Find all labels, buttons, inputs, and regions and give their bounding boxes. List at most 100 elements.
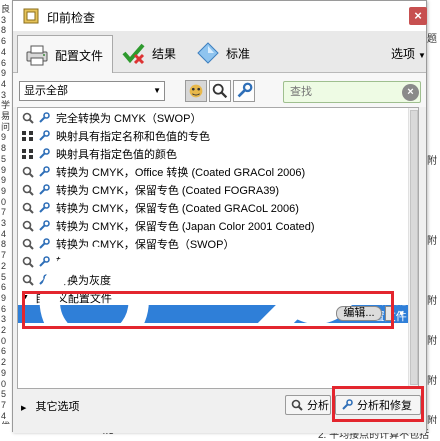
background-char: 良 xyxy=(1,4,11,14)
background-char: 8 xyxy=(1,25,7,36)
background-char: 3 xyxy=(1,218,7,228)
background-char: 附 xyxy=(427,376,437,387)
printer-icon xyxy=(26,45,48,66)
background-char: 4 xyxy=(1,78,7,89)
background-char: 7 xyxy=(1,399,7,410)
filter-select-value: 显示全部 xyxy=(24,85,68,97)
background-char: 9 xyxy=(1,164,7,175)
background-char: 7 xyxy=(1,207,7,218)
options-menu-button[interactable]: 选项 ▼ xyxy=(391,45,426,62)
close-button[interactable]: × xyxy=(409,7,427,25)
background-char: 5 xyxy=(1,389,7,400)
background-char: 附 xyxy=(427,236,437,247)
scrollbar-thumb[interactable] xyxy=(410,110,418,385)
tab-results[interactable]: 结果 xyxy=(115,35,187,71)
expand-triangle-icon: ▶ xyxy=(21,405,27,412)
background-char: 6 xyxy=(1,36,7,47)
background-char: 8 xyxy=(1,143,7,154)
profile-label: 转换为 CMYK，保留专色 (Coated GRACoL 2006) xyxy=(56,202,299,215)
dots-icon xyxy=(22,130,33,141)
profile-row[interactable]: 转换为 CMYK，保留专色 (Coated FOGRA39) xyxy=(18,182,408,197)
background-char: 2 xyxy=(1,325,7,335)
other-options-label: 其它选项 xyxy=(35,401,80,413)
show-fixup-profiles-button[interactable] xyxy=(233,80,255,102)
profile-label: 完全转换为 CMYK（SWOP） xyxy=(56,112,202,125)
background-char: 6 xyxy=(1,303,7,314)
profile-row[interactable]: 转换为 CMYK，保留专色 (Coated GRACoL 2006) xyxy=(18,200,408,215)
chevron-down-icon: ▼ xyxy=(418,51,426,60)
background-char: 3 xyxy=(1,314,7,325)
search-input[interactable] xyxy=(290,84,398,100)
profile-row[interactable]: 映射具有指定色值的颜色 xyxy=(18,146,408,161)
background-char: 附 xyxy=(427,296,437,307)
background-char: 学 xyxy=(1,100,11,111)
tab-profiles-label: 配置文件 xyxy=(55,48,104,63)
background-char: 4 xyxy=(1,228,7,239)
background-char: 易 xyxy=(1,111,11,121)
wizard-icon xyxy=(189,84,203,98)
background-document-left: 良38646943学易问985999073487256963206290574优 xyxy=(0,0,12,440)
background-char: 题 xyxy=(427,34,437,45)
magnifier-icon xyxy=(22,112,34,124)
analyze-label: 分析 xyxy=(307,400,329,412)
background-char: 9 xyxy=(1,68,7,79)
background-char: 9 xyxy=(1,175,7,186)
background-char: 5 xyxy=(1,271,7,282)
background-char: 0 xyxy=(1,335,7,346)
show-wizard-profiles-button[interactable] xyxy=(185,80,207,102)
background-char: 9 xyxy=(1,132,7,143)
highlight-box-profile xyxy=(22,291,394,329)
background-char: 3 xyxy=(1,89,7,100)
diamond-icon xyxy=(197,42,219,64)
background-char: 2 xyxy=(1,357,7,368)
tab-profiles[interactable]: 配置文件 xyxy=(17,35,113,74)
options-label: 选项 xyxy=(391,47,416,61)
wrench-icon xyxy=(39,183,50,195)
profile-row[interactable]: 映射具有指定名称和色值的专色 xyxy=(18,128,408,143)
profile-label: 转换为 CMYK，Office 转换 (Coated GRACol 2006) xyxy=(56,166,306,179)
background-char: 4 xyxy=(1,46,7,57)
wrench-icon xyxy=(39,201,50,213)
app-icon xyxy=(23,8,39,24)
profile-row[interactable]: 完全转换为 CMYK（SWOP） xyxy=(18,110,408,125)
title-bar: 印前检查 × xyxy=(13,1,427,31)
profile-row[interactable]: 转换为 CMYK，Office 转换 (Coated GRACol 2006) xyxy=(18,164,408,179)
background-char: 3 xyxy=(1,14,7,25)
analyze-button[interactable]: 分析 xyxy=(285,395,331,415)
other-options-toggle[interactable]: ▶ 其它选项 xyxy=(21,398,79,414)
chevron-down-icon: ▼ xyxy=(397,309,406,318)
wrench-icon xyxy=(39,129,50,141)
profile-dropdown-button[interactable]: ▼ xyxy=(396,306,407,321)
toolbar: 显示全部 ▼ × xyxy=(13,73,426,107)
wrench-icon xyxy=(237,82,253,98)
background-char: 9 xyxy=(1,367,7,378)
window-title: 印前检查 xyxy=(47,11,96,25)
background-char: 6 xyxy=(1,346,7,357)
list-scrollbar[interactable] xyxy=(408,108,418,388)
chevron-down-icon: ▼ xyxy=(153,86,161,95)
clear-search-button[interactable]: × xyxy=(402,84,419,101)
background-char: 6 xyxy=(1,57,7,68)
filter-select[interactable]: 显示全部 ▼ xyxy=(19,81,165,101)
profile-label: 映射具有指定色值的颜色 xyxy=(56,148,177,161)
dots-icon xyxy=(22,148,33,159)
background-char: 9 xyxy=(1,185,7,196)
background-document-right: 题附附附附附附 xyxy=(426,0,440,440)
magnifier-icon xyxy=(212,83,228,99)
background-char: 0 xyxy=(1,196,7,207)
wrench-icon xyxy=(39,147,50,159)
magnifier-icon xyxy=(22,166,34,178)
profile-list[interactable]: 完全转换为 CMYK（SWOP） 映射具有指定名称和色值的专色映射具有指定色值的颜… xyxy=(17,107,419,389)
show-analysis-profiles-button[interactable] xyxy=(209,80,231,102)
search-box: × xyxy=(283,81,421,103)
background-char: 4 xyxy=(1,410,7,421)
preflight-dialog: 印前检查 × 配置文件 结果 标准 选项 ▼ 显示全部 ▼ 查找 × 完全转换为… xyxy=(12,0,427,433)
tab-bar: 配置文件 结果 标准 xyxy=(13,31,426,74)
background-char: 2 xyxy=(1,260,7,271)
background-char: 附 xyxy=(427,156,437,167)
wrench-icon xyxy=(39,165,50,177)
background-char: 问 xyxy=(1,121,11,132)
background-char: 0 xyxy=(1,378,7,389)
tab-standards[interactable]: 标准 xyxy=(189,35,261,71)
profile-label: 转换为 CMYK，保留专色 (Coated FOGRA39) xyxy=(56,184,280,197)
